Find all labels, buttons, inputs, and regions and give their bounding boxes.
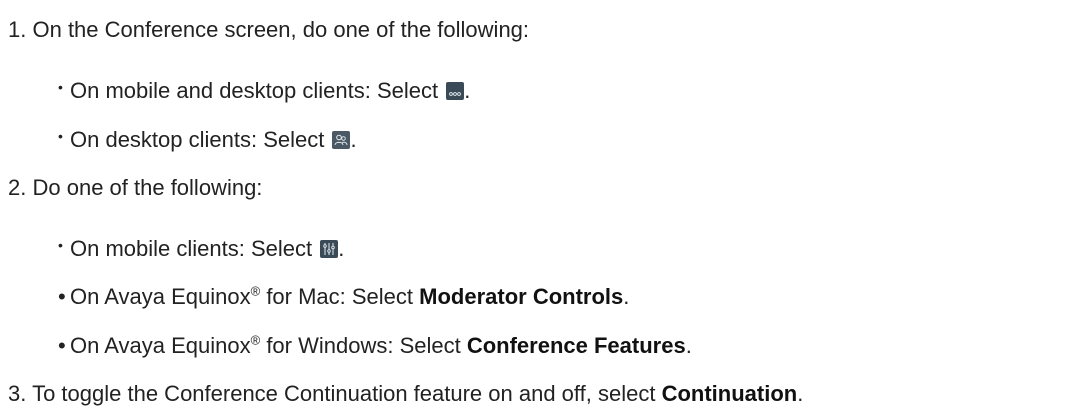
step-3: 3. To toggle the Conference Continuation… <box>8 381 803 407</box>
bullet-marker: • <box>58 237 63 253</box>
bullet-text: On Avaya Equinox <box>70 333 251 358</box>
ui-label-conference-features: Conference Features <box>466 333 686 358</box>
step-punct: . <box>797 381 804 406</box>
bullet-item: • On desktop clients: Select . <box>58 127 357 153</box>
registered-mark: ® <box>250 283 261 299</box>
participants-icon[interactable] <box>332 131 351 149</box>
bullet-text: for Windows: Select <box>260 333 467 358</box>
ui-label-continuation: Continuation <box>661 381 798 406</box>
bullet-text: for Mac: Select <box>260 284 420 309</box>
bullet-marker: • <box>58 128 63 144</box>
bullet-text: On Avaya Equinox <box>70 284 251 309</box>
bullet-item: • On Avaya Equinox® for Mac: Select Mode… <box>58 283 630 310</box>
bullet-item: • On Avaya Equinox® for Windows: Select … <box>58 332 692 359</box>
ui-label-moderator-controls: Moderator Controls <box>419 284 624 309</box>
bullet-marker: • <box>58 284 66 309</box>
conference-controls-icon[interactable] <box>320 240 339 258</box>
bullet-text: On mobile clients: Select <box>70 236 319 261</box>
step-number: 1. <box>8 17 27 42</box>
step-text: On the Conference screen, do one of the … <box>32 17 530 42</box>
bullet-punct: . <box>623 284 630 309</box>
step-number: 2. <box>8 175 27 200</box>
more-options-icon[interactable] <box>446 82 465 100</box>
step-2: 2. Do one of the following: <box>8 175 262 201</box>
bullet-punct: . <box>350 127 357 152</box>
step-1: 1. On the Conference screen, do one of t… <box>8 17 529 43</box>
step-text: Do one of the following: <box>32 175 263 200</box>
bullet-punct: . <box>464 78 471 103</box>
bullet-item: • On mobile and desktop clients: Select … <box>58 78 471 104</box>
bullet-punct: . <box>685 333 692 358</box>
bullet-text: On mobile and desktop clients: Select <box>70 78 445 103</box>
bullet-punct: . <box>338 236 345 261</box>
bullet-marker: • <box>58 79 63 95</box>
step-text: To toggle the Conference Continuation fe… <box>32 381 662 406</box>
bullet-text: On desktop clients: Select <box>70 127 331 152</box>
bullet-item: • On mobile clients: Select . <box>58 236 345 262</box>
registered-mark: ® <box>250 332 261 348</box>
step-number: 3. <box>8 381 27 406</box>
bullet-marker: • <box>58 333 66 358</box>
